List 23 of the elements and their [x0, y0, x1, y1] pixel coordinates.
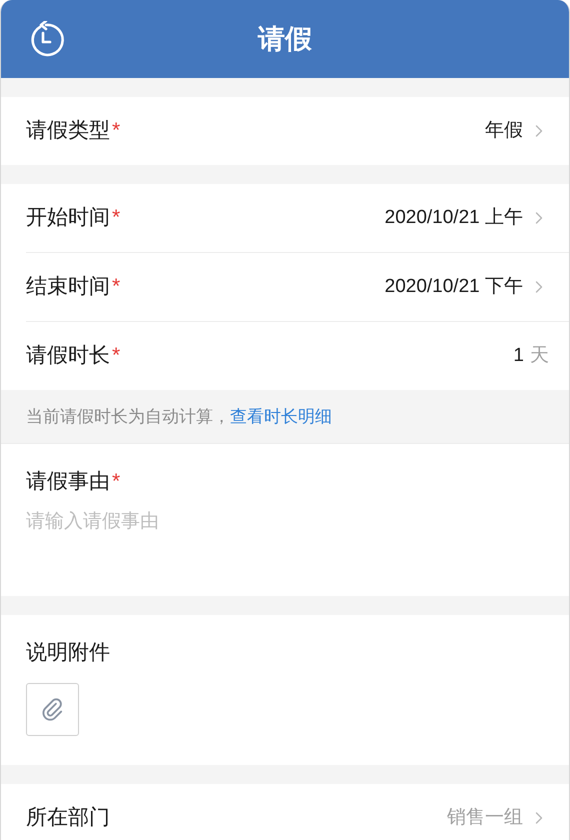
field-label: 请假类型 [26, 118, 110, 144]
field-value: 2020/10/21 上午 [384, 206, 523, 230]
field-label: 请假事由 [26, 469, 110, 495]
field-value: 1 [513, 344, 524, 368]
reason-input[interactable]: 请输入请假事由 [26, 508, 544, 536]
required-mark: * [112, 118, 120, 144]
required-mark: * [112, 205, 120, 232]
field-value: 2020/10/21 下午 [384, 274, 523, 299]
unit-label: 天 [530, 344, 549, 368]
duration-detail-link[interactable]: 查看时长明细 [230, 404, 332, 430]
field-label: 请假时长 [26, 343, 110, 370]
page-title: 请假 [258, 22, 312, 56]
required-mark: * [112, 469, 120, 495]
field-label: 开始时间 [26, 205, 110, 232]
attach-button[interactable] [26, 682, 79, 736]
required-mark: * [112, 274, 120, 300]
field-label: 结束时间 [26, 274, 110, 300]
field-label: 所在部门 [26, 805, 110, 832]
field-value: 销售一组 [447, 806, 523, 830]
field-value: 年假 [485, 118, 523, 143]
hint-text: 当前请假时长为自动计算， [26, 406, 230, 428]
required-mark: * [112, 343, 120, 370]
field-label: 说明附件 [26, 640, 110, 666]
